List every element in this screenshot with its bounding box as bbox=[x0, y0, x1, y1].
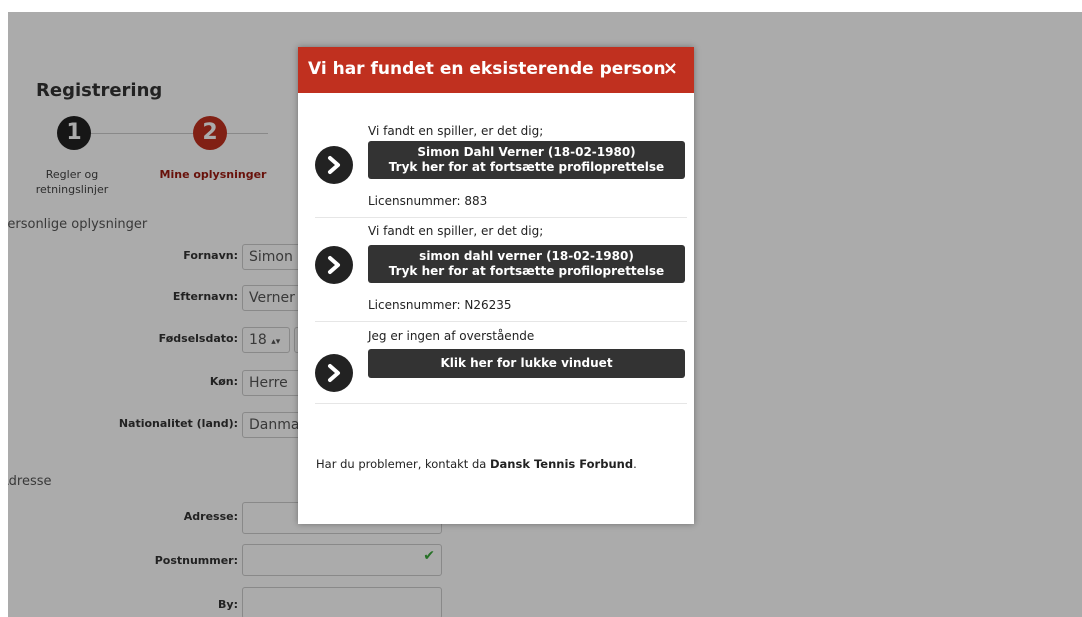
close-dialog-button[interactable]: Klik her for lukke vinduet bbox=[368, 349, 685, 378]
dialog-header: Vi har fundet en eksisterende person × bbox=[298, 47, 694, 93]
left-edge bbox=[0, 0, 8, 617]
option-intro: Jeg er ingen af overstående bbox=[368, 329, 535, 343]
continue-text: Tryk her for at fortsætte profiloprettel… bbox=[388, 264, 665, 278]
close-icon[interactable]: × bbox=[663, 58, 678, 79]
top-edge bbox=[0, 0, 1082, 12]
license-number: Licensnummer: N26235 bbox=[368, 298, 512, 312]
option-intro: Vi fandt en spiller, er det dig; bbox=[368, 124, 544, 138]
help-prefix: Har du problemer, kontakt da bbox=[316, 457, 490, 471]
chevron-right-icon[interactable] bbox=[315, 246, 353, 284]
existing-person-dialog: Vi har fundet en eksisterende person × V… bbox=[298, 47, 694, 524]
player-name: simon dahl verner (18-02-1980) bbox=[419, 249, 634, 263]
chevron-right-icon[interactable] bbox=[315, 146, 353, 184]
option-intro: Vi fandt en spiller, er det dig; bbox=[368, 224, 544, 238]
chevron-right-icon[interactable] bbox=[315, 354, 353, 392]
option-none: Jeg er ingen af overstående Klik her for… bbox=[315, 322, 687, 404]
dialog-title: Vi har fundet en eksisterende person bbox=[308, 59, 666, 79]
player-name: Simon Dahl Verner (18-02-1980) bbox=[417, 145, 636, 159]
license-number: Licensnummer: 883 bbox=[368, 194, 488, 208]
select-player-button[interactable]: Simon Dahl Verner (18-02-1980) Tryk her … bbox=[368, 141, 685, 179]
help-suffix: . bbox=[633, 457, 637, 471]
help-text: Har du problemer, kontakt da Dansk Tenni… bbox=[316, 457, 637, 471]
option-player-2: Vi fandt en spiller, er det dig; simon d… bbox=[315, 218, 687, 322]
org-name: Dansk Tennis Forbund bbox=[489, 457, 634, 471]
option-player-1: Vi fandt en spiller, er det dig; Simon D… bbox=[315, 114, 687, 218]
select-player-button[interactable]: simon dahl verner (18-02-1980) Tryk her … bbox=[368, 245, 685, 283]
continue-text: Tryk her for at fortsætte profiloprettel… bbox=[388, 160, 665, 174]
